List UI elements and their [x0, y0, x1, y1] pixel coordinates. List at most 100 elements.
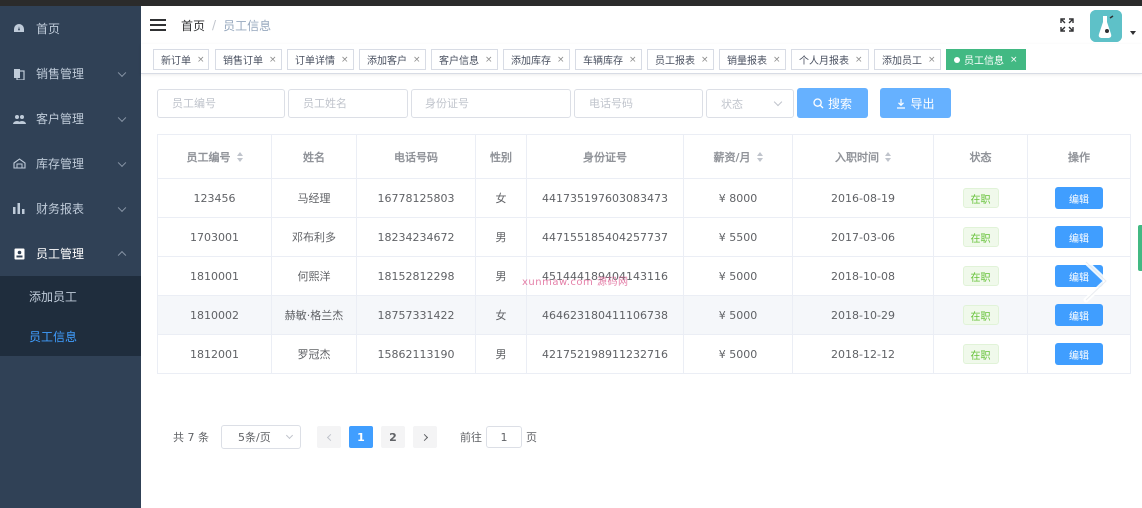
next-page-button[interactable] [413, 426, 437, 448]
close-icon[interactable]: × [855, 55, 863, 65]
employee-name-input[interactable] [288, 89, 408, 118]
cell-salary: ¥ 5000 [684, 335, 793, 373]
cell-phone: 18152812298 [357, 257, 476, 295]
tag-label: 员工信息 [964, 56, 1004, 67]
tags-view: 新订单 × 销售订单 × 订单详情 × 添加客户 × 客户信息 × 添加库存 × 车辆库存 ×… [141, 44, 1142, 74]
cell-name: 邓布利多 [272, 218, 357, 256]
id-card-input[interactable] [411, 89, 571, 118]
table-row: 1703001 邓布利多 18234234672 男 4471551854042… [158, 218, 1131, 257]
edit-button[interactable]: 编辑 [1055, 343, 1103, 365]
cell-salary: ¥ 5000 [684, 257, 793, 295]
tag-add-customer[interactable]: 添加客户 × [359, 49, 426, 70]
close-icon[interactable]: × [1010, 55, 1018, 65]
table-row: 123456 马经理 16778125803 女 441735197603083… [158, 179, 1131, 218]
sort-icon[interactable] [236, 151, 243, 162]
close-icon[interactable]: × [413, 55, 421, 65]
cell-gender: 男 [476, 257, 527, 295]
cell-phone: 16778125803 [357, 179, 476, 217]
sidebar-item-sales[interactable]: 销售管理 [0, 51, 141, 96]
sort-icon[interactable] [756, 151, 763, 162]
sidebar-subitem-add-employee[interactable]: 添加员工 [0, 276, 141, 316]
page-1-button[interactable]: 1 [349, 426, 373, 448]
tag-add-inventory[interactable]: 添加库存 × [503, 49, 570, 70]
sort-icon[interactable] [885, 151, 891, 162]
tag-add-employee[interactable]: 添加员工 × [874, 49, 941, 70]
sidebar-subitem-employee-info[interactable]: 员工信息 [0, 316, 141, 356]
tag-vehicle-inventory[interactable]: 车辆库存 × [575, 49, 642, 70]
sidebar-item-home[interactable]: 首页 [0, 6, 141, 51]
cell-name: 马经理 [272, 179, 357, 217]
page-size-select[interactable]: 5条/页 [221, 425, 301, 449]
tag-customer-info[interactable]: 客户信息 × [431, 49, 498, 70]
column-header-phone: 电话号码 [357, 135, 476, 178]
breadcrumb-home[interactable]: 首页 [181, 17, 205, 34]
sidebar-item-finance[interactable]: 财务报表 [0, 186, 141, 231]
cell-id: 1810002 [158, 296, 272, 334]
download-icon [896, 98, 906, 109]
column-header-action: 操作 [1028, 135, 1131, 178]
status-badge: 在职 [962, 266, 999, 286]
navbar: 首页 / 员工信息 [141, 6, 1142, 44]
hamburger-menu-icon[interactable] [150, 19, 166, 31]
close-icon[interactable]: × [629, 55, 637, 65]
cell-hire-date: 2016-08-19 [793, 179, 934, 217]
header-label: 入职时间 [835, 150, 879, 164]
tag-label: 客户信息 [439, 56, 479, 67]
export-button-label: 导出 [910, 96, 935, 111]
edit-button[interactable]: 编辑 [1055, 304, 1103, 326]
search-button[interactable]: 搜索 [797, 88, 868, 118]
employee-id-input[interactable] [157, 89, 285, 118]
column-header-hire-date[interactable]: 入职时间 [793, 135, 934, 178]
tag-new-order[interactable]: 新订单 × [153, 49, 209, 70]
side-drawer-handle[interactable] [1138, 225, 1142, 271]
column-header-salary[interactable]: 薪资/月 [684, 135, 793, 178]
prev-page-button[interactable] [317, 426, 341, 448]
close-icon[interactable]: × [557, 55, 565, 65]
close-icon[interactable]: × [928, 55, 936, 65]
cell-phone: 15862113190 [357, 335, 476, 373]
edit-button[interactable]: 编辑 [1055, 226, 1103, 248]
caret-down-icon[interactable] [1130, 31, 1136, 35]
cell-hire-date: 2018-10-29 [793, 296, 934, 334]
chevron-right-icon[interactable] [1080, 258, 1114, 304]
chevron-right-icon [420, 433, 428, 441]
pagination-total: 共 7 条 [173, 431, 209, 444]
status-badge: 在职 [962, 188, 999, 208]
close-icon[interactable]: × [485, 55, 493, 65]
cell-hire-date: 2018-10-08 [793, 257, 934, 295]
cell-name: 何熙洋 [272, 257, 357, 295]
tag-label: 员工报表 [655, 56, 695, 67]
column-header-id[interactable]: 员工编号 [158, 135, 272, 178]
goto-page-input[interactable] [486, 426, 522, 448]
export-button[interactable]: 导出 [880, 88, 951, 118]
status-select[interactable]: 状态 [706, 89, 794, 118]
column-header-id-card: 身份证号 [527, 135, 684, 178]
page-2-button[interactable]: 2 [381, 426, 405, 448]
phone-input[interactable] [574, 89, 703, 118]
close-icon[interactable]: × [269, 55, 277, 65]
close-icon[interactable]: × [197, 55, 205, 65]
cell-salary: ¥ 5000 [684, 296, 793, 334]
employee-table: 员工编号 姓名 电话号码 性别 身份证号 薪资/月 入职时间 状态 操作 123… [157, 134, 1131, 374]
sidebar-item-customers[interactable]: 客户管理 [0, 96, 141, 141]
cell-phone: 18757331422 [357, 296, 476, 334]
fullscreen-icon[interactable] [1060, 18, 1074, 32]
avatar[interactable] [1090, 10, 1122, 42]
tag-personal-monthly-report[interactable]: 个人月报表 × [791, 49, 869, 70]
sidebar-item-inventory[interactable]: 库存管理 [0, 141, 141, 186]
tag-employee-info[interactable]: 员工信息 × [946, 49, 1026, 70]
tag-employee-report[interactable]: 员工报表 × [647, 49, 714, 70]
page-jumper: 前往 页 [460, 426, 537, 448]
close-icon[interactable]: × [701, 55, 709, 65]
cell-id: 123456 [158, 179, 272, 217]
close-icon[interactable]: × [773, 55, 781, 65]
sidebar-item-employees[interactable]: 员工管理 [0, 231, 141, 276]
column-header-gender: 性别 [476, 135, 527, 178]
edit-button[interactable]: 编辑 [1055, 187, 1103, 209]
tag-sales-order[interactable]: 销售订单 × [215, 49, 282, 70]
close-icon[interactable]: × [341, 55, 349, 65]
tag-order-detail[interactable]: 订单详情 × [287, 49, 354, 70]
tag-sales-report[interactable]: 销量报表 × [719, 49, 786, 70]
people-icon [12, 112, 26, 126]
cell-status: 在职 [934, 296, 1028, 334]
